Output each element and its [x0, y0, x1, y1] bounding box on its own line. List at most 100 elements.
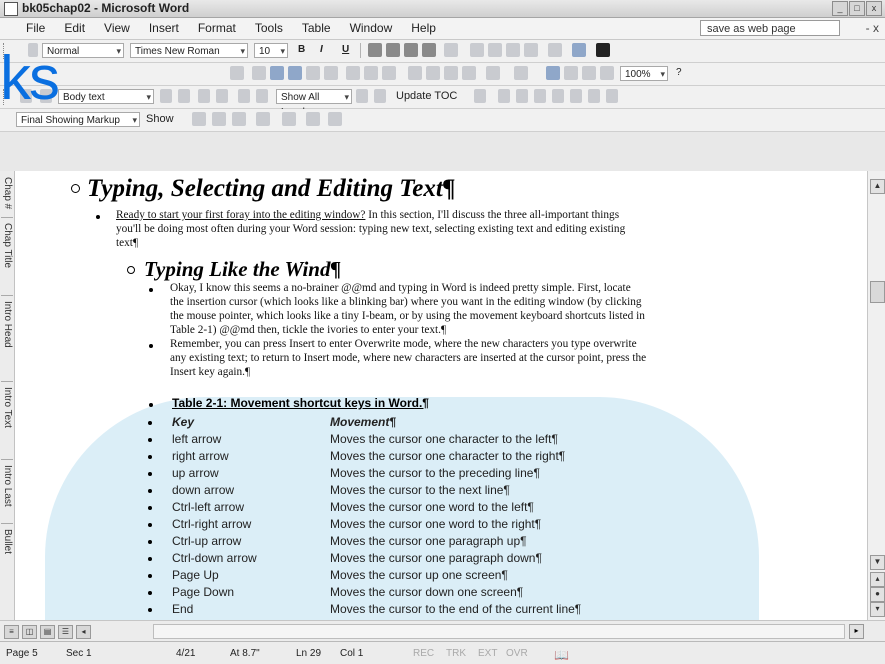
track-changes-icon[interactable]: [306, 112, 320, 126]
scroll-up-icon[interactable]: ▲: [870, 179, 885, 194]
update-toc-button[interactable]: Update TOC: [396, 90, 457, 102]
permission-icon[interactable]: [306, 66, 320, 80]
align-right-icon[interactable]: [404, 43, 418, 57]
show-formatting-icon[interactable]: [374, 89, 386, 103]
borders-icon[interactable]: [548, 43, 562, 57]
expand-icon[interactable]: [238, 89, 250, 103]
status-ovr[interactable]: OVR: [506, 648, 528, 659]
normal-view-icon[interactable]: ≡: [4, 625, 19, 639]
document-editing-area[interactable]: Typing, Selecting and Editing Text¶ Read…: [15, 171, 867, 620]
scroll-down-icon[interactable]: ▼: [870, 555, 885, 570]
demote-to-body-icon[interactable]: [178, 89, 190, 103]
font-color-icon[interactable]: [596, 43, 610, 57]
bold-button[interactable]: B: [298, 44, 305, 55]
subdocument-icon[interactable]: [516, 89, 528, 103]
horizontal-scrollbar[interactable]: [153, 624, 845, 639]
open-icon[interactable]: [270, 66, 284, 80]
menu-insert[interactable]: Insert: [149, 21, 179, 35]
next-change-icon[interactable]: [212, 112, 226, 126]
next-page-icon[interactable]: ▾: [870, 602, 885, 617]
insert-table-icon[interactable]: [582, 66, 596, 80]
email-icon[interactable]: [324, 66, 338, 80]
italic-button[interactable]: I: [320, 44, 323, 55]
outline-symbol[interactable]: [127, 266, 135, 274]
numbering-icon[interactable]: [470, 43, 484, 57]
show-hide-icon[interactable]: [230, 66, 244, 80]
accept-change-icon[interactable]: [232, 112, 246, 126]
merge-subdocument-icon[interactable]: [552, 89, 564, 103]
menu-table[interactable]: Table: [302, 21, 331, 35]
print-icon[interactable]: [346, 66, 360, 80]
columns-icon[interactable]: [600, 66, 614, 80]
menu-view[interactable]: View: [104, 21, 130, 35]
show-menu-button[interactable]: Show: [146, 113, 174, 125]
bullets-icon[interactable]: [488, 43, 502, 57]
split-subdocument-icon[interactable]: [570, 89, 582, 103]
spelling-status-icon[interactable]: 📖: [554, 648, 569, 662]
move-down-icon[interactable]: [216, 89, 228, 103]
font-dropdown[interactable]: Times New Roman: [130, 43, 248, 59]
save-icon[interactable]: [288, 66, 302, 80]
reviewing-pane-icon[interactable]: [328, 112, 342, 126]
close-window-button[interactable]: x: [866, 1, 882, 16]
spelling-icon[interactable]: [382, 66, 396, 80]
master-document-icon[interactable]: [498, 89, 510, 103]
undo-icon[interactable]: [486, 66, 500, 80]
justify-icon[interactable]: [422, 43, 436, 57]
word-app-icon[interactable]: [4, 2, 18, 16]
menu-format[interactable]: Format: [198, 21, 236, 35]
scroll-thumb[interactable]: [870, 281, 885, 303]
print-layout-icon[interactable]: ▤: [40, 625, 55, 639]
previous-page-icon[interactable]: ▴: [870, 572, 885, 587]
line-spacing-icon[interactable]: [444, 43, 458, 57]
show-first-line-icon[interactable]: [356, 89, 368, 103]
paste-icon[interactable]: [444, 66, 458, 80]
print-preview-icon[interactable]: [364, 66, 378, 80]
outline-view-icon[interactable]: ☰: [58, 625, 73, 639]
reject-change-icon[interactable]: [256, 112, 270, 126]
increase-indent-icon[interactable]: [524, 43, 538, 57]
select-browse-object-icon[interactable]: ●: [870, 587, 885, 602]
web-layout-icon[interactable]: ◫: [22, 625, 37, 639]
insert-comment-icon[interactable]: [282, 112, 296, 126]
hyperlink-icon[interactable]: [546, 66, 560, 80]
collapse-icon[interactable]: [256, 89, 268, 103]
close-document-button[interactable]: - x: [866, 21, 879, 35]
align-left-icon[interactable]: [368, 43, 382, 57]
status-ext[interactable]: EXT: [478, 648, 497, 659]
help-icon[interactable]: ?: [676, 67, 682, 78]
redo-icon[interactable]: [514, 66, 528, 80]
zoom-dropdown[interactable]: 100%: [620, 66, 668, 82]
show-level-dropdown[interactable]: Show All Levels: [276, 89, 352, 118]
outline-symbol[interactable]: [71, 184, 80, 193]
tables-borders-icon[interactable]: [564, 66, 578, 80]
menu-help[interactable]: Help: [411, 21, 436, 35]
move-up-icon[interactable]: [198, 89, 210, 103]
scroll-right-icon[interactable]: ▸: [849, 624, 864, 639]
go-to-toc-icon[interactable]: [474, 89, 486, 103]
close-outline-icon[interactable]: [606, 89, 618, 103]
outline-level-dropdown[interactable]: Body text: [58, 89, 154, 105]
cut-icon[interactable]: [408, 66, 422, 80]
menu-file[interactable]: File: [26, 21, 45, 35]
font-size-dropdown[interactable]: 10: [254, 43, 288, 59]
ask-question-box[interactable]: save as web page: [700, 20, 840, 36]
decrease-indent-icon[interactable]: [506, 43, 520, 57]
highlight-icon[interactable]: [572, 43, 586, 57]
reading-layout-icon[interactable]: ◂: [76, 625, 91, 639]
previous-change-icon[interactable]: [192, 112, 206, 126]
lock-document-icon[interactable]: [588, 89, 600, 103]
vertical-scrollbar[interactable]: ▲ ▼ ▴ ● ▾: [867, 171, 885, 620]
format-painter-icon[interactable]: [462, 66, 476, 80]
align-center-icon[interactable]: [386, 43, 400, 57]
minimize-button[interactable]: _: [832, 1, 848, 16]
create-subdocument-icon[interactable]: [534, 89, 546, 103]
underline-button[interactable]: U: [342, 44, 349, 55]
status-rec[interactable]: REC: [413, 648, 434, 659]
status-trk[interactable]: TRK: [446, 648, 466, 659]
demote-icon[interactable]: [160, 89, 172, 103]
new-document-icon[interactable]: [252, 66, 266, 80]
menu-edit[interactable]: Edit: [64, 21, 85, 35]
display-for-review-dropdown[interactable]: Final Showing Markup: [16, 112, 140, 128]
menu-tools[interactable]: Tools: [255, 21, 283, 35]
